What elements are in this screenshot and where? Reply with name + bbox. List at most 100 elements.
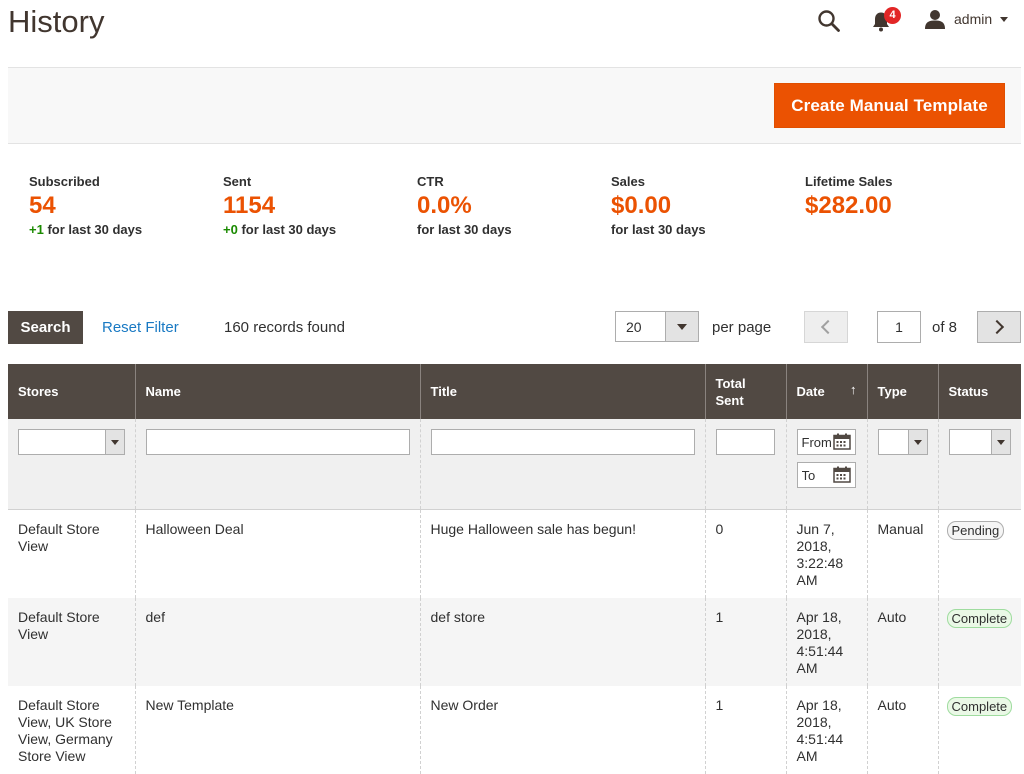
chevron-down-icon xyxy=(104,430,124,454)
reset-filter-link[interactable]: Reset Filter xyxy=(102,319,179,336)
stat-lifetime-sales: Lifetime Sales $282.00 xyxy=(805,174,892,219)
column-header-title[interactable]: Title xyxy=(419,364,705,419)
stores-filter-select[interactable] xyxy=(18,429,125,455)
cell-name: Halloween Deal xyxy=(134,509,420,598)
chevron-right-icon xyxy=(989,319,1005,335)
chevron-down-icon xyxy=(665,312,698,341)
cell-date: Apr 18, 2018, 4:51:44 AM xyxy=(785,686,867,774)
chevron-left-icon xyxy=(820,319,836,335)
chevron-down-icon xyxy=(991,430,1010,454)
cell-type: Auto xyxy=(866,686,938,774)
stat-value: 0.0% xyxy=(417,192,472,219)
stat-label: Sales xyxy=(611,174,645,189)
cell-total-sent: 1 xyxy=(704,686,786,774)
cell-status: Pending xyxy=(937,509,1021,598)
table-row[interactable]: Default Store View Halloween Deal Huge H… xyxy=(8,509,1021,598)
next-page-button[interactable] xyxy=(977,311,1021,343)
cell-title: def store xyxy=(419,598,705,686)
current-page-input[interactable]: 1 xyxy=(877,311,921,343)
cell-name: def xyxy=(134,598,420,686)
stat-subtext: +0 for last 30 days xyxy=(223,222,336,237)
column-header-name[interactable]: Name xyxy=(134,364,420,419)
per-page-label: per page xyxy=(712,319,772,336)
name-filter-input[interactable] xyxy=(145,429,410,455)
cell-status: Complete xyxy=(937,686,1021,774)
stat-subtext: for last 30 days xyxy=(611,222,706,237)
page-title: History xyxy=(8,4,105,39)
user-name: admin xyxy=(954,11,993,27)
column-header-label: Total Sent xyxy=(715,375,746,408)
calendar-icon[interactable] xyxy=(832,466,851,483)
status-filter-select[interactable] xyxy=(948,429,1011,455)
stat-value: 1154 xyxy=(223,192,276,219)
global-search-button[interactable] xyxy=(812,6,844,34)
status-badge: Complete xyxy=(946,609,1013,628)
date-from-placeholder: From xyxy=(801,435,832,450)
stat-ctr: CTR 0.0% for last 30 days xyxy=(417,174,512,237)
records-found-text: 160 records found xyxy=(224,319,345,336)
stat-period: for last 30 days xyxy=(43,222,143,237)
table-row[interactable]: Default Store View def def store 1 Apr 1… xyxy=(8,598,1021,686)
user-menu-button[interactable]: admin xyxy=(924,6,1014,32)
total-pages-text: of 8 xyxy=(932,319,958,336)
stat-sent: Sent 1154 +0 for last 30 days xyxy=(223,174,336,237)
calendar-icon[interactable] xyxy=(832,433,851,450)
stat-label: Subscribed xyxy=(29,174,100,189)
stat-label: CTR xyxy=(417,174,444,189)
stat-subscribed: Subscribed 54 +1 for last 30 days xyxy=(29,174,142,237)
column-header-type[interactable]: Type xyxy=(866,364,938,419)
cell-date: Jun 7, 2018, 3:22:48 AM xyxy=(785,509,867,598)
date-to-input[interactable]: To xyxy=(796,462,856,488)
stat-sales: Sales $0.00 for last 30 days xyxy=(611,174,706,237)
stat-label: Lifetime Sales xyxy=(805,174,893,189)
title-filter-input[interactable] xyxy=(430,429,695,455)
cell-status: Complete xyxy=(937,598,1021,686)
stat-delta: +1 xyxy=(29,222,44,237)
cell-stores: Default Store View xyxy=(8,509,135,598)
cell-title: New Order xyxy=(419,686,705,774)
chevron-down-icon xyxy=(907,430,927,454)
column-header-date[interactable]: Date ↑ xyxy=(785,364,867,419)
history-grid: Stores Name Title Total Sent Date ↑ Type … xyxy=(8,364,1021,774)
stat-subtext: for last 30 days xyxy=(417,222,512,237)
stat-label: Sent xyxy=(223,174,252,189)
create-manual-template-button[interactable]: Create Manual Template xyxy=(774,83,1005,128)
cell-total-sent: 1 xyxy=(704,598,786,686)
previous-page-button[interactable] xyxy=(804,311,848,343)
per-page-value: 20 xyxy=(626,319,642,335)
cell-total-sent: 0 xyxy=(704,509,786,598)
cell-type: Manual xyxy=(866,509,938,598)
stat-period: for last 30 days xyxy=(237,222,337,237)
stat-subtext: +1 for last 30 days xyxy=(29,222,142,237)
status-badge: Complete xyxy=(946,697,1013,716)
column-header-label: Date xyxy=(796,384,825,399)
stat-delta: +0 xyxy=(223,222,238,237)
date-from-input[interactable]: From xyxy=(796,429,856,455)
status-badge: Pending xyxy=(946,521,1005,540)
total-sent-filter-input[interactable] xyxy=(715,429,775,455)
cell-title: Huge Halloween sale has begun! xyxy=(419,509,705,598)
cell-stores: Default Store View xyxy=(8,598,135,686)
grid-filter-row: From To xyxy=(8,419,1021,510)
sort-ascending-icon: ↑ xyxy=(850,382,857,397)
search-icon xyxy=(818,10,840,32)
cell-stores: Default Store View, UK Store View, Germa… xyxy=(8,686,135,774)
stat-value: $0.00 xyxy=(611,192,672,219)
date-to-placeholder: To xyxy=(801,468,816,483)
cell-date: Apr 18, 2018, 4:51:44 AM xyxy=(785,598,867,686)
column-header-stores[interactable]: Stores xyxy=(8,364,135,419)
user-icon xyxy=(925,10,945,29)
grid-header-row: Stores Name Title Total Sent Date ↑ Type … xyxy=(8,364,1021,419)
stat-value: $282.00 xyxy=(805,192,892,219)
stat-value: 54 xyxy=(29,192,56,219)
type-filter-select[interactable] xyxy=(877,429,928,455)
table-row[interactable]: Default Store View, UK Store View, Germa… xyxy=(8,686,1021,774)
search-button[interactable]: Search xyxy=(8,311,83,344)
notification-count-badge: 4 xyxy=(884,7,901,24)
chevron-down-icon xyxy=(1000,16,1009,22)
cell-name: New Template xyxy=(134,686,420,774)
cell-type: Auto xyxy=(866,598,938,686)
column-header-status[interactable]: Status xyxy=(937,364,1021,419)
column-header-total-sent[interactable]: Total Sent xyxy=(704,364,786,419)
per-page-select[interactable]: 20 xyxy=(615,311,699,342)
